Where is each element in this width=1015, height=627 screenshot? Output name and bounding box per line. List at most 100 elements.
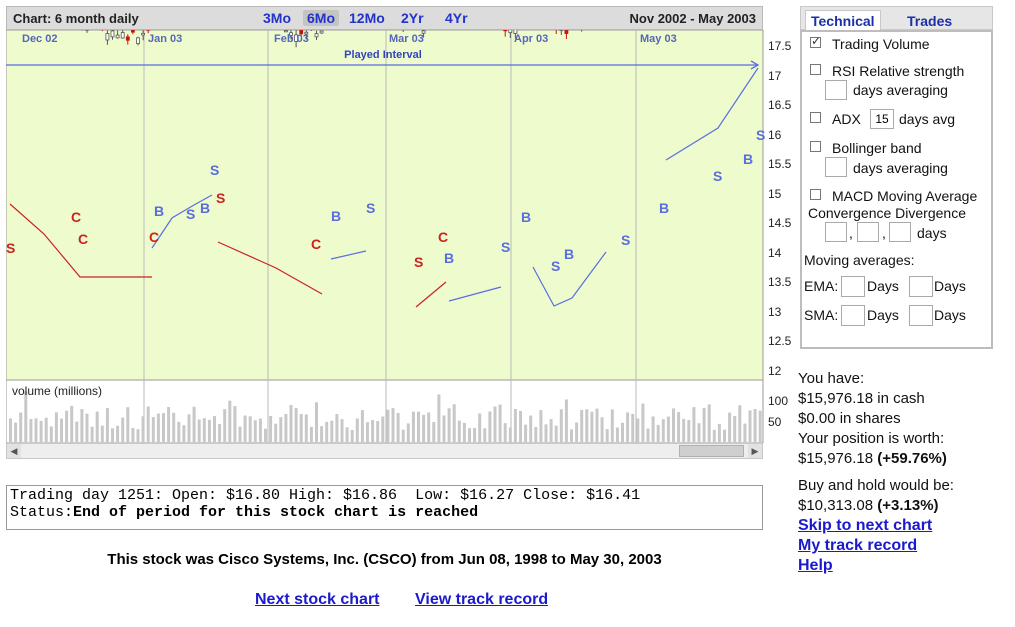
- trade-signal-label: C: [149, 229, 159, 245]
- volume-bar: [111, 428, 114, 442]
- volume-bar: [544, 424, 548, 442]
- range-12mo[interactable]: 12Mo: [345, 10, 389, 26]
- volume-bar: [136, 429, 140, 442]
- trading-volume-label: Trading Volume: [832, 36, 930, 52]
- volume-bar: [646, 428, 650, 442]
- volume-bar: [284, 413, 288, 442]
- skip-next-chart-link[interactable]: Skip to next chart: [798, 517, 932, 535]
- volume-bar: [559, 409, 563, 442]
- candle: [503, 30, 508, 32]
- trade-signal-label: S: [414, 254, 423, 270]
- status-text: End of period for this stock chart is re…: [73, 504, 479, 521]
- candle: [508, 30, 513, 34]
- volume-bar: [651, 416, 655, 442]
- ema-input-1[interactable]: [841, 276, 865, 297]
- volume-bar: [493, 406, 497, 442]
- macd-days-label: days: [917, 225, 947, 241]
- volume-bar: [340, 419, 344, 442]
- adx-checkbox[interactable]: [810, 112, 821, 123]
- candle: [314, 33, 319, 38]
- macd-checkbox[interactable]: [810, 189, 821, 200]
- range-3mo[interactable]: 3Mo: [259, 10, 295, 26]
- adx-days-input[interactable]: 15: [870, 109, 894, 129]
- volume-bar: [717, 423, 721, 442]
- volume-bar: [406, 423, 410, 442]
- status-box: Trading day 1251: Open: $16.80 High: $16…: [6, 485, 763, 530]
- volume-bar: [60, 418, 63, 442]
- scroll-left-button[interactable]: ◀: [7, 444, 21, 458]
- my-track-record-link[interactable]: My track record: [798, 537, 917, 555]
- volume-bar: [733, 416, 737, 442]
- volume-bar: [498, 404, 502, 442]
- buy-hold-change: (+3.13%): [877, 497, 939, 514]
- next-stock-chart-link[interactable]: Next stock chart: [255, 591, 380, 609]
- scroll-thumb[interactable]: [679, 445, 744, 457]
- sma-input-1[interactable]: [841, 305, 865, 326]
- sma-input-2[interactable]: [909, 305, 933, 326]
- rsi-checkbox[interactable]: [810, 64, 821, 75]
- macd-input-3[interactable]: [889, 222, 911, 242]
- trade-signal-label: B: [200, 200, 210, 216]
- range-6mo[interactable]: 6Mo: [303, 10, 339, 26]
- trading-volume-checkbox[interactable]: [810, 34, 821, 48]
- ema-input-2[interactable]: [909, 276, 933, 297]
- bollinger-days-input[interactable]: [825, 157, 847, 177]
- trade-signal-label: S: [366, 200, 375, 216]
- candle: [125, 36, 130, 41]
- macd-separator: ,: [849, 225, 853, 241]
- volume-bar: [95, 411, 99, 442]
- macd-input-1[interactable]: [825, 222, 847, 242]
- candle: [283, 30, 288, 33]
- volume-bar: [274, 423, 278, 442]
- tab-technical[interactable]: Technical: [805, 10, 881, 31]
- bollinger-checkbox[interactable]: [810, 141, 821, 152]
- moving-averages-label: Moving averages:: [804, 252, 915, 268]
- range-2yr[interactable]: 2Yr: [397, 10, 428, 26]
- candle: [105, 33, 110, 41]
- chart-scrollbar[interactable]: ◀ ▶: [6, 443, 763, 459]
- tab-trades[interactable]: Trades: [907, 13, 952, 29]
- volume-bar: [468, 428, 471, 442]
- volume-bar: [345, 427, 349, 442]
- you-have-label: You have:: [798, 370, 865, 387]
- volume-bar: [661, 419, 665, 442]
- volume-bar: [202, 418, 206, 442]
- trade-signal-label: B: [154, 203, 164, 219]
- scroll-right-button[interactable]: ▶: [748, 444, 762, 458]
- macd-input-2[interactable]: [857, 222, 879, 242]
- status-label: Status:: [10, 504, 74, 521]
- volume-bar: [248, 416, 252, 442]
- volume-bar: [258, 418, 262, 442]
- volume-bar: [253, 420, 257, 442]
- volume-bar: [513, 408, 517, 442]
- volume-bar: [753, 408, 757, 442]
- view-track-record-link[interactable]: View track record: [415, 591, 548, 609]
- buy-hold-value: $10,313.08: [798, 497, 874, 514]
- volume-bar: [590, 411, 594, 442]
- macd-label-2: Convergence Divergence: [808, 205, 966, 221]
- range-4yr[interactable]: 4Yr: [441, 10, 472, 26]
- volume-bar: [39, 420, 43, 442]
- volume-bar: [524, 424, 528, 442]
- position-label: Your position is worth:: [798, 430, 945, 447]
- volume-bar: [508, 427, 512, 442]
- volume-bar: [207, 419, 211, 442]
- volume-bar: [697, 423, 701, 442]
- help-link[interactable]: Help: [798, 557, 833, 575]
- adx-days-label: days avg: [899, 111, 956, 127]
- month-label-feb: Feb 03: [274, 33, 309, 45]
- volume-bar: [335, 414, 339, 442]
- volume-bar: [304, 414, 308, 442]
- sma-days-label-2: Days: [934, 307, 966, 323]
- volume-bar: [656, 424, 660, 442]
- volume-bar: [105, 408, 109, 442]
- shares-value: $0.00 in shares: [798, 410, 901, 427]
- trade-signal-label: B: [444, 250, 454, 266]
- candle: [115, 34, 120, 39]
- trade-signal-label: S: [501, 239, 510, 255]
- rsi-days-input[interactable]: [825, 80, 847, 100]
- position-worth: $15,976.18 (+59.76%): [798, 450, 947, 467]
- rsi-label: RSI Relative strength: [832, 63, 965, 79]
- trade-signal-label: S: [621, 232, 630, 248]
- volume-bar: [692, 407, 696, 442]
